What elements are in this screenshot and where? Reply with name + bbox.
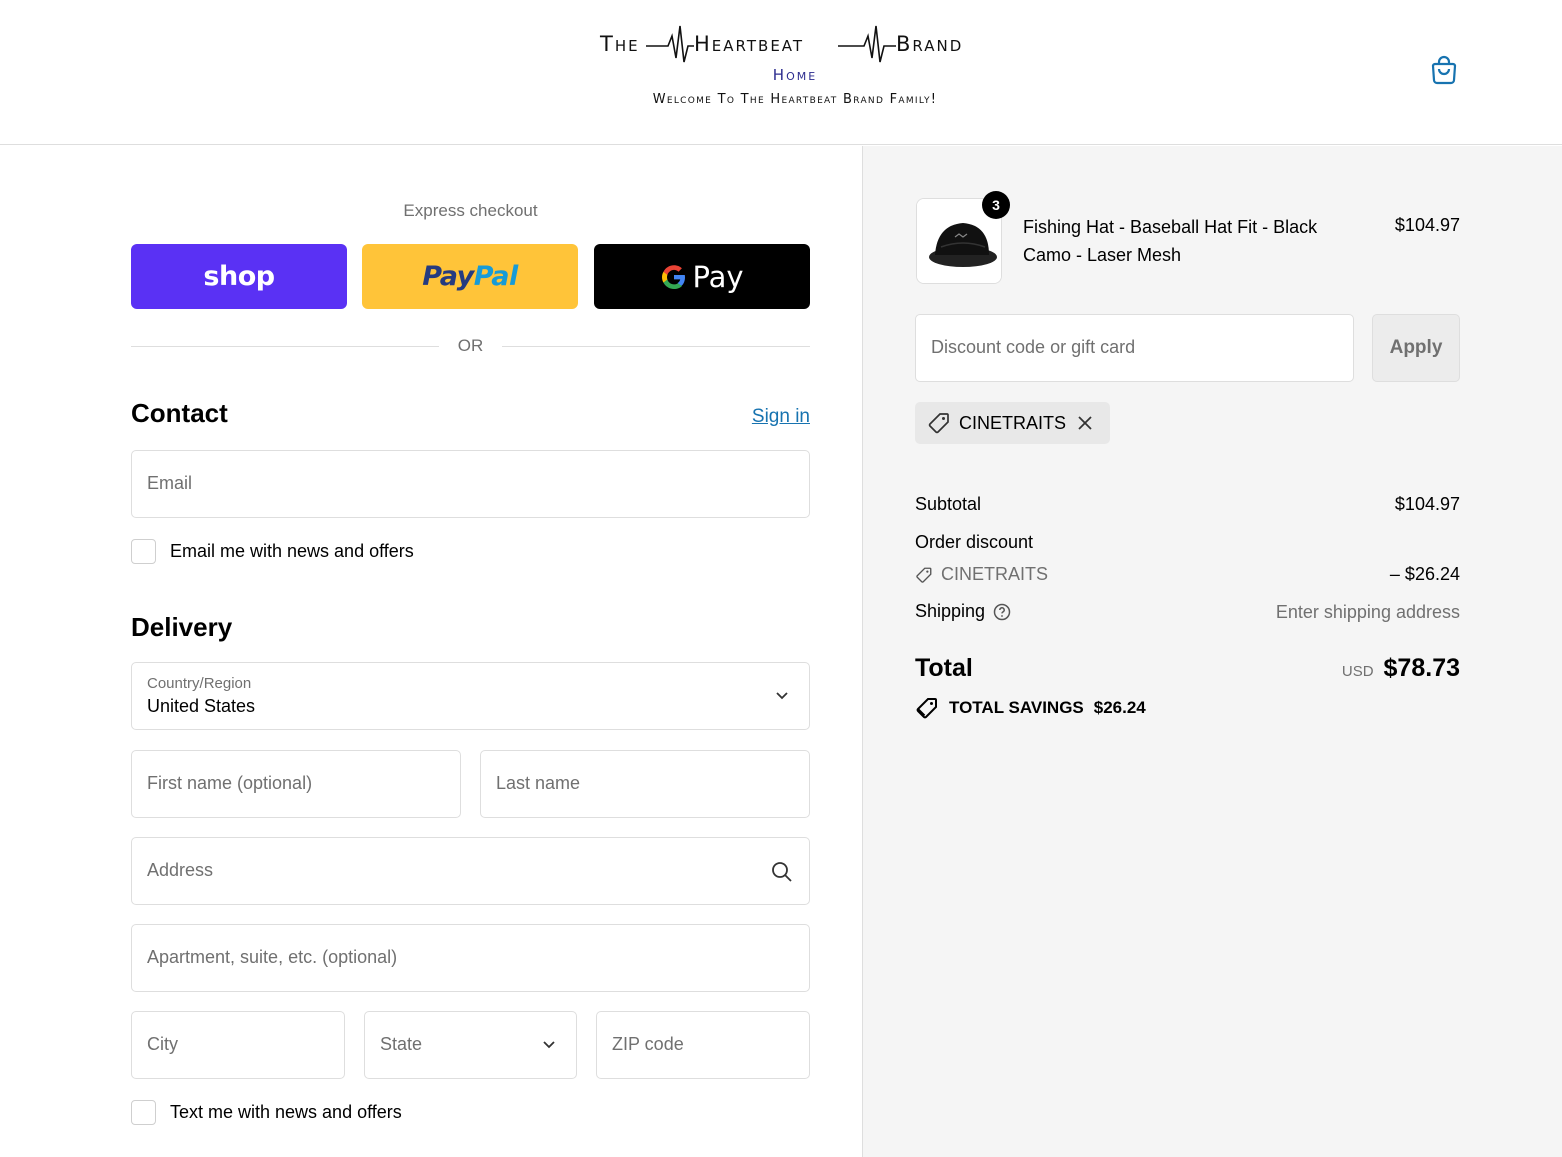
currency-code: USD <box>1341 663 1374 680</box>
express-checkout-title: Express checkout <box>403 201 538 220</box>
quantity-badge: 3 <box>982 191 1010 219</box>
last-name-placeholder: Last name <box>496 773 581 793</box>
or-divider: OR <box>131 336 810 358</box>
city-placeholder: City <box>147 1034 178 1054</box>
text-news-checkbox[interactable] <box>131 1099 156 1125</box>
shop-pay-button[interactable]: shop <box>131 244 347 309</box>
product-price: $104.97 <box>1394 215 1460 235</box>
email-news-checkbox[interactable] <box>131 538 156 564</box>
brand-word-brand: Brand <box>896 32 964 56</box>
shop-pay-label: shop <box>203 261 275 292</box>
tag-icon <box>928 413 949 434</box>
total-savings-row: TOTAL SAVINGS $26.24 <box>915 696 1146 720</box>
city-field[interactable]: City <box>131 1011 345 1079</box>
email-field[interactable]: Email <box>131 450 810 518</box>
applied-discount-code: CINETRAITS <box>959 412 1067 433</box>
brand-tagline: Welcome To The Heartbeat Brand Family! <box>652 92 938 107</box>
total-label: Total <box>915 654 973 682</box>
brand-logo[interactable]: The Heartbeat Brand Home Welcome To The … <box>598 22 992 112</box>
text-news-label: Text me with news and offers <box>170 1101 402 1122</box>
text-news-checkbox-row[interactable]: Text me with news and offers <box>131 1099 402 1125</box>
address-placeholder: Address <box>147 860 214 880</box>
chevron-down-icon <box>776 692 788 700</box>
email-news-label: Email me with news and offers <box>170 540 414 561</box>
brand-word-the: The <box>600 32 640 56</box>
order-discount-value: – $26.24 <box>1389 564 1460 584</box>
email-news-checkbox-row[interactable]: Email me with news and offers <box>131 538 414 564</box>
chevron-down-icon <box>543 1041 555 1049</box>
paypal-button[interactable]: PayPal <box>362 244 578 309</box>
shipping-label: Shipping <box>915 601 986 621</box>
google-pay-button[interactable]: Pay <box>594 244 810 309</box>
order-discount-code-row: CINETRAITS <box>915 564 1048 585</box>
home-link[interactable]: Home <box>598 66 992 84</box>
brand-word-heartbeat: Heartbeat <box>694 32 805 56</box>
first-name-field[interactable]: First name (optional) <box>131 750 461 818</box>
or-text: OR <box>457 336 484 355</box>
country-value: United States <box>147 696 256 716</box>
subtotal-value: $104.97 <box>1394 494 1460 514</box>
order-discount-code: CINETRAITS <box>941 564 1049 584</box>
first-name-placeholder: First name (optional) <box>147 773 313 793</box>
subtotal-label: Subtotal <box>915 494 982 514</box>
product-name: Fishing Hat - Baseball Hat Fit - Black C… <box>1023 217 1318 265</box>
shipping-value: Enter shipping address <box>1275 602 1460 622</box>
email-placeholder: Email <box>147 473 193 493</box>
total-value: $78.73 <box>1383 654 1460 682</box>
total-amount: USD $78.73 <box>1342 654 1460 683</box>
paypal-label: PayPal <box>422 261 518 292</box>
checkout-form-column: Express checkout shop PayPal Pay OR Cont… <box>0 146 862 1157</box>
order-summary: 3 Fishing Hat - Baseball Hat Fit - Black… <box>862 146 1562 1157</box>
google-g-icon <box>662 264 686 289</box>
contact-heading: Contact <box>131 398 228 428</box>
site-header: The Heartbeat Brand Home Welcome To The … <box>0 0 1562 145</box>
apartment-placeholder: Apartment, suite, etc. (optional) <box>147 947 398 967</box>
zip-field[interactable]: ZIP code <box>596 1011 810 1079</box>
shopping-bag-icon[interactable] <box>1428 54 1460 86</box>
shipping-row: Shipping <box>915 601 1011 622</box>
discount-placeholder: Discount code or gift card <box>931 337 1136 357</box>
country-select[interactable]: Country/Region United States <box>131 662 810 730</box>
delivery-heading: Delivery <box>131 612 233 642</box>
total-savings-label: TOTAL SAVINGS <box>949 698 1084 717</box>
total-savings-value: $26.24 <box>1093 698 1146 717</box>
discount-code-field[interactable]: Discount code or gift card <box>915 314 1354 382</box>
sign-in-link[interactable]: Sign in <box>700 406 810 428</box>
order-discount-label: Order discount <box>915 532 1034 552</box>
tags-icon <box>916 698 937 719</box>
zip-placeholder: ZIP code <box>612 1034 684 1054</box>
search-icon[interactable] <box>771 861 793 883</box>
close-icon[interactable] <box>1074 412 1096 434</box>
state-select[interactable]: State <box>364 1011 577 1079</box>
google-pay-label: Pay <box>692 259 744 294</box>
applied-discount-chip: CINETRAITS <box>915 402 1111 444</box>
tag-icon <box>916 567 932 583</box>
country-label: Country/Region <box>147 675 252 692</box>
help-circle-icon[interactable] <box>993 603 1011 621</box>
last-name-field[interactable]: Last name <box>480 750 810 818</box>
apartment-field[interactable]: Apartment, suite, etc. (optional) <box>131 924 810 992</box>
address-field[interactable]: Address <box>131 837 810 905</box>
state-placeholder: State <box>380 1034 423 1054</box>
apply-button[interactable]: Apply <box>1372 314 1460 382</box>
